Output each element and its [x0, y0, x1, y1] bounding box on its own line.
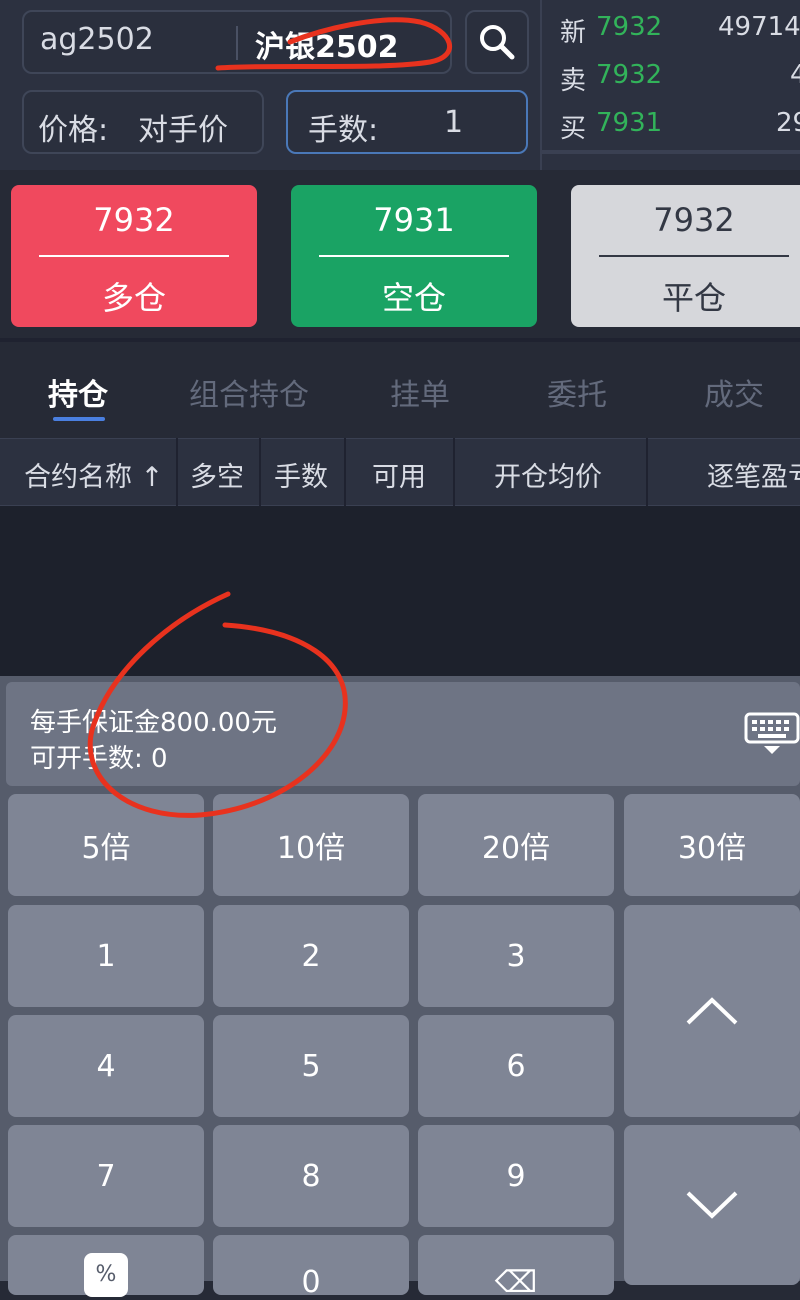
- backspace-button[interactable]: ⌫: [418, 1235, 614, 1300]
- buy-long-price: 7932: [93, 201, 175, 239]
- sell-short-button[interactable]: 7931 空仓: [291, 185, 537, 327]
- close-position-label: 平仓: [661, 279, 726, 317]
- quote-price-last: 7932: [596, 12, 663, 42]
- column-divider: [453, 438, 455, 506]
- percent-icon: %: [84, 1253, 128, 1297]
- chevron-down-icon: [686, 1191, 738, 1219]
- tab-trades[interactable]: 成交: [704, 370, 764, 414]
- quote-label-bid: 买: [560, 114, 587, 144]
- quote-volume-last: 497149: [718, 12, 800, 42]
- search-button[interactable]: [465, 10, 529, 74]
- key-20x[interactable]: 20倍: [418, 794, 614, 896]
- close-position-price: 7932: [653, 201, 735, 239]
- symbol-name: 沪银2502: [255, 30, 399, 65]
- key-8[interactable]: 8: [213, 1125, 409, 1227]
- column-available[interactable]: 可用: [372, 455, 426, 494]
- key-percent[interactable]: %: [8, 1235, 204, 1297]
- column-contract-name[interactable]: 合约名称 ↑: [24, 455, 163, 494]
- key-5x[interactable]: 5倍: [8, 794, 204, 896]
- column-divider: [344, 438, 346, 506]
- column-pnl[interactable]: 逐笔盈亏: [707, 455, 800, 494]
- decrement-button[interactable]: [624, 1125, 800, 1285]
- tab-orders[interactable]: 委托: [547, 370, 607, 414]
- symbol-code: ag2502: [40, 22, 154, 57]
- button-divider: [599, 255, 789, 257]
- tab-combo-positions[interactable]: 组合持仓: [189, 370, 309, 414]
- button-divider: [319, 255, 509, 257]
- buy-long-button[interactable]: 7932 多仓: [11, 185, 257, 327]
- column-direction[interactable]: 多空: [190, 455, 244, 494]
- sell-short-label: 空仓: [381, 279, 446, 317]
- price-label: 价格:: [38, 113, 109, 148]
- column-lots[interactable]: 手数: [274, 455, 328, 494]
- key-9[interactable]: 9: [418, 1125, 614, 1227]
- symbol-divider: [236, 26, 238, 60]
- key-1[interactable]: 1: [8, 905, 204, 1007]
- buy-long-label: 多仓: [101, 279, 166, 317]
- panel-divider-bottom: [542, 150, 800, 154]
- quote-label-last: 新: [560, 18, 587, 48]
- chevron-up-icon: [686, 997, 738, 1025]
- search-icon: [480, 25, 515, 60]
- key-30x[interactable]: 30倍: [624, 794, 800, 896]
- column-divider: [259, 438, 261, 506]
- quote-price-ask: 7932: [596, 60, 663, 90]
- quote-volume-ask: 4: [790, 60, 800, 90]
- column-avg-open-price[interactable]: 开仓均价: [494, 455, 602, 494]
- key-10x[interactable]: 10倍: [213, 794, 409, 896]
- margin-per-lot-text: 每手保证金800.00元: [30, 708, 277, 738]
- quantity-value: 1: [444, 105, 464, 140]
- tab-positions[interactable]: 持仓: [48, 370, 108, 414]
- quote-price-bid: 7931: [596, 108, 663, 138]
- key-6[interactable]: 6: [418, 1015, 614, 1117]
- increment-button[interactable]: [624, 905, 800, 1117]
- key-0[interactable]: 0: [213, 1235, 409, 1300]
- panel-divider: [540, 0, 542, 170]
- column-divider: [646, 438, 648, 506]
- keyboard-hide-icon: [744, 712, 800, 754]
- keyboard-hide-button[interactable]: [744, 712, 800, 760]
- key-3[interactable]: 3: [418, 905, 614, 1007]
- sell-short-price: 7931: [373, 201, 455, 239]
- button-divider: [39, 255, 229, 257]
- active-tab-indicator: [53, 417, 105, 421]
- column-divider: [176, 438, 178, 506]
- price-type-value: 对手价: [138, 113, 228, 148]
- positions-table-body: [0, 506, 800, 676]
- key-2[interactable]: 2: [213, 905, 409, 1007]
- quantity-label: 手数:: [308, 113, 379, 148]
- quote-volume-bid: 29: [776, 108, 800, 138]
- quote-label-ask: 卖: [560, 66, 587, 96]
- openable-lots-text: 可开手数: 0: [30, 744, 168, 774]
- key-7[interactable]: 7: [8, 1125, 204, 1227]
- key-5[interactable]: 5: [213, 1015, 409, 1117]
- tab-pending-orders[interactable]: 挂单: [390, 370, 450, 414]
- key-4[interactable]: 4: [8, 1015, 204, 1117]
- close-position-button[interactable]: 7932 平仓: [571, 185, 800, 327]
